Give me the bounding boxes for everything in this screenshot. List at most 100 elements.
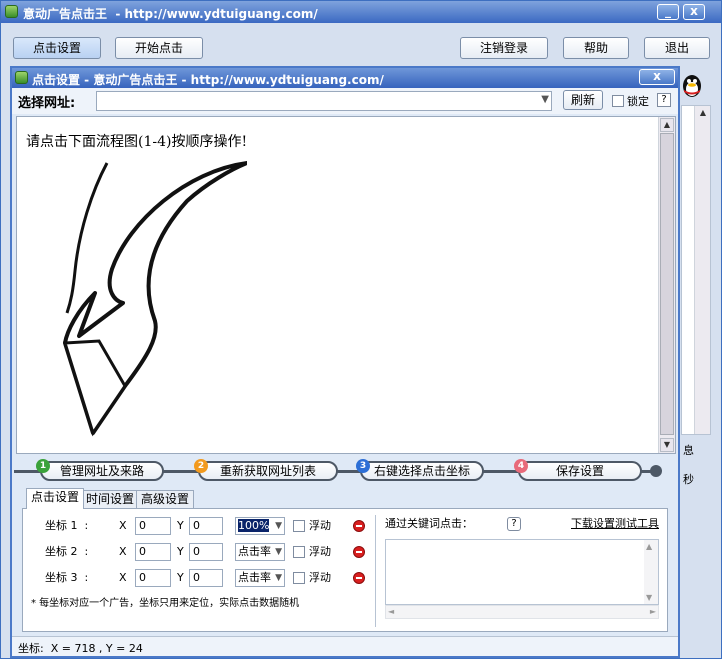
panel-divider [375, 515, 376, 627]
child-close-button[interactable]: x [639, 69, 675, 85]
url-select[interactable]: ▼ [96, 91, 552, 111]
coord-mode-select[interactable]: 点击率 ▼ [235, 543, 285, 561]
main-window-title: 意动广告点击王 - http://www.ydtuiguang.com/ [23, 7, 318, 21]
minimize-button[interactable]: _ [657, 4, 679, 20]
keyword-help-icon[interactable]: ? [507, 517, 521, 531]
download-test-tool-link[interactable]: 下载设置测试工具 [571, 515, 659, 533]
step-4-label: 保存设置 [555, 464, 604, 478]
help-icon[interactable]: ? [657, 93, 671, 107]
status-bar: 坐标: X = 718 , Y = 24 [12, 636, 678, 656]
toolbar-exit-button[interactable]: 退出 [644, 37, 710, 59]
step-2-badge: 2 [194, 459, 208, 473]
chevron-down-icon[interactable]: ▼ [541, 94, 549, 105]
step-1-label: 管理网址及来路 [59, 464, 144, 478]
toolbar-logout-button[interactable]: 注销登录 [460, 37, 548, 59]
lock-checkbox[interactable] [612, 95, 624, 107]
float-checkbox[interactable] [293, 572, 305, 584]
tab-advanced-settings[interactable]: 高级设置 [136, 490, 195, 509]
steps-end-dot [650, 465, 662, 477]
step-3-badge: 3 [356, 459, 370, 473]
browser-scrollbar[interactable]: ▲ ▼ [658, 117, 675, 453]
step-manage-urls-button[interactable]: 管理网址及来路 [40, 461, 164, 481]
scroll-up-icon[interactable]: ▲ [696, 107, 710, 121]
remove-icon[interactable] [353, 520, 365, 532]
x-label: X [119, 519, 127, 532]
scroll-down-icon[interactable]: ▼ [646, 593, 652, 602]
tab-time-settings[interactable]: 时间设置 [81, 490, 140, 509]
scroll-down-icon[interactable]: ▼ [660, 438, 674, 452]
float-label: 浮动 [309, 571, 331, 584]
coord-mode-value: 点击率 [238, 545, 271, 558]
click-settings-content: 坐标 1 : X 0 Y 0 100% ▼ 浮动 坐标 2 : X 0 Y 0 [22, 508, 668, 632]
scroll-up-icon[interactable]: ▲ [646, 542, 652, 551]
keyword-label: 通过关键词点击： [385, 517, 473, 530]
arrow-illustration-icon [62, 161, 247, 437]
scroll-left-icon[interactable]: ◄ [388, 607, 394, 616]
step-2-label: 重新获取网址列表 [219, 464, 316, 478]
url-label: 选择网址: [18, 96, 76, 111]
coord-row-3: 坐标 3 : X 0 Y 0 点击率 ▼ 浮动 [23, 569, 383, 591]
keyword-textarea[interactable]: ▲ ▼ [385, 539, 659, 605]
chevron-down-icon: ▼ [275, 573, 282, 583]
tab-click-settings[interactable]: 点击设置 [26, 488, 85, 509]
step-1-badge: 1 [36, 459, 50, 473]
step-save-settings-button[interactable]: 保存设置 [518, 461, 642, 481]
workflow-steps-bar: 管理网址及来路 1 重新获取网址列表 2 右键选择点击坐标 3 保存设置 4 [12, 454, 678, 486]
status-coords-text: 坐标: X = 718 , Y = 24 [18, 642, 143, 655]
coord-x-input[interactable]: 0 [135, 543, 171, 561]
coord-y-input[interactable]: 0 [189, 517, 223, 535]
coord-row-2: 坐标 2 : X 0 Y 0 点击率 ▼ 浮动 [23, 543, 383, 565]
browser-instruction-text: 请点击下面流程图(1-4)按顺序操作! [26, 134, 248, 150]
side-text-seconds: 秒 [683, 473, 694, 486]
browser-view[interactable]: 请点击下面流程图(1-4)按顺序操作! ▲ ▼ [16, 116, 676, 454]
toolbar-click-settings-button[interactable]: 点击设置 [13, 37, 101, 59]
y-label: Y [177, 545, 184, 558]
y-label: Y [177, 571, 184, 584]
x-label: X [119, 571, 127, 584]
coord-row-1: 坐标 1 : X 0 Y 0 100% ▼ 浮动 [23, 517, 383, 539]
side-text-info: 息 [683, 444, 694, 457]
coord-mode-value: 100% [238, 519, 270, 532]
qq-penguin-icon[interactable] [680, 72, 704, 98]
refresh-button[interactable]: 刷新 [563, 90, 603, 110]
step-refresh-url-list-button[interactable]: 重新获取网址列表 [198, 461, 338, 481]
float-checkbox[interactable] [293, 546, 305, 558]
coord-mode-value: 点击率 [238, 571, 271, 584]
app-icon [5, 5, 18, 18]
keyword-hscrollbar[interactable]: ◄ ► [385, 605, 659, 619]
chevron-down-icon: ▼ [275, 547, 282, 557]
right-panel-scrollbar[interactable]: ▲ [694, 106, 710, 434]
coord-y-input[interactable]: 0 [189, 569, 223, 587]
chevron-down-icon: ▼ [275, 521, 282, 531]
coord-x-input[interactable]: 0 [135, 569, 171, 587]
right-side-panel: ▲ [681, 105, 711, 435]
keyword-scrollbar[interactable]: ▲ ▼ [644, 540, 658, 604]
scroll-up-icon[interactable]: ▲ [660, 118, 674, 132]
lock-label: 锁定 [627, 95, 649, 108]
main-title-bar: 意动广告点击王 - http://www.ydtuiguang.com/ _ x [1, 1, 721, 23]
coord-mode-select[interactable]: 100% ▼ [235, 517, 285, 535]
remove-icon[interactable] [353, 572, 365, 584]
coord-mode-select[interactable]: 点击率 ▼ [235, 569, 285, 587]
float-label: 浮动 [309, 519, 331, 532]
scroll-right-icon[interactable]: ► [650, 607, 656, 616]
close-button[interactable]: x [683, 4, 705, 20]
scrollbar-thumb[interactable] [660, 133, 674, 435]
child-window-title: 点击设置 - 意动广告点击王 - http://www.ydtuiguang.c… [32, 73, 384, 87]
float-label: 浮动 [309, 545, 331, 558]
y-label: Y [177, 519, 184, 532]
settings-panel: 点击设置 时间设置 高级设置 坐标 1 : X 0 Y 0 100% ▼ 浮动 [12, 486, 678, 636]
step-4-badge: 4 [514, 459, 528, 473]
url-row: 选择网址: ▼ 刷新 锁定 ? [12, 88, 678, 114]
coord-y-input[interactable]: 0 [189, 543, 223, 561]
toolbar-start-click-button[interactable]: 开始点击 [115, 37, 203, 59]
step-pick-click-coords-button[interactable]: 右键选择点击坐标 [360, 461, 484, 481]
click-settings-window: 点击设置 - 意动广告点击王 - http://www.ydtuiguang.c… [10, 66, 680, 658]
toolbar-help-button[interactable]: 帮助 [563, 37, 629, 59]
remove-icon[interactable] [353, 546, 365, 558]
step-3-label: 右键选择点击坐标 [373, 464, 470, 478]
coord-note: * 每坐标对应一个广告，坐标只用来定位，实际点击数据随机 [31, 598, 300, 609]
float-checkbox[interactable] [293, 520, 305, 532]
coord-x-input[interactable]: 0 [135, 517, 171, 535]
child-title-bar: 点击设置 - 意动广告点击王 - http://www.ydtuiguang.c… [12, 68, 678, 88]
